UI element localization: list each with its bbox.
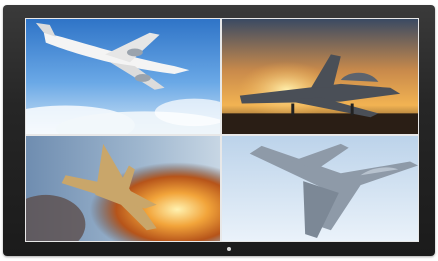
power-indicator-icon <box>227 247 231 251</box>
tile-fighter-fire-photo <box>25 135 221 242</box>
fighter-fire-photo <box>26 136 220 241</box>
tile-fighter-sky-photo <box>221 135 419 242</box>
fighter-sunset-photo <box>222 19 418 134</box>
tile-airliner-photo <box>25 18 221 135</box>
airliner-photo <box>26 19 220 134</box>
tile-fighter-sunset-photo <box>221 18 419 135</box>
fighter-sky-photo <box>222 136 418 241</box>
